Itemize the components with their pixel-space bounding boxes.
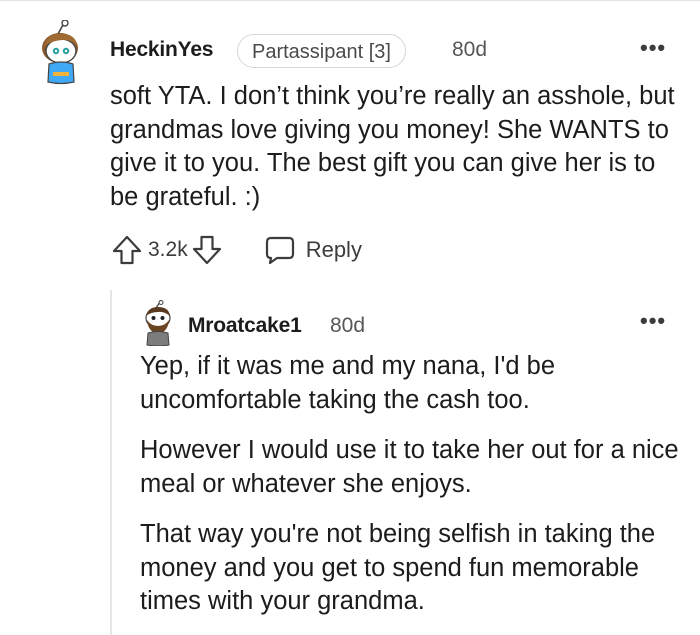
avatar[interactable]	[140, 300, 176, 346]
comment-thread: HeckinYes Partassipant [3] 80d ••• soft …	[0, 0, 700, 635]
downvote-arrow-icon[interactable]	[190, 233, 224, 267]
more-options-icon[interactable]: •••	[640, 310, 666, 332]
reply-author[interactable]: Mroatcake1	[188, 314, 302, 338]
reply-label: Reply	[305, 237, 362, 262]
avatar[interactable]	[36, 20, 86, 86]
comment-actions: 3.2k Reply	[110, 231, 362, 269]
user-flair: Partassipant [3]	[237, 34, 406, 68]
more-options-icon[interactable]: •••	[640, 37, 666, 59]
reply-paragraph: Yep, if it was me and my nana, I'd be un…	[140, 352, 555, 414]
upvote-arrow-icon[interactable]	[110, 233, 144, 267]
reply-paragraph: That way you're not being selfish in tak…	[140, 520, 656, 615]
thread-line[interactable]	[110, 290, 112, 635]
reply-body: Yep, if it was me and my nana, I'd be un…	[140, 350, 690, 635]
reply-button[interactable]: Reply	[264, 234, 362, 266]
vote-score: 3.2k	[148, 238, 188, 261]
reply-paragraph: However I would use it to take her out f…	[140, 436, 679, 498]
comment-body: soft YTA. I don’t think you’re really an…	[110, 82, 675, 211]
reply-age: 80d	[330, 314, 366, 337]
divider	[0, 0, 700, 1]
speech-bubble-icon	[265, 236, 294, 265]
comment-age: 80d	[452, 38, 488, 61]
comment-author[interactable]: HeckinYes	[110, 38, 213, 62]
